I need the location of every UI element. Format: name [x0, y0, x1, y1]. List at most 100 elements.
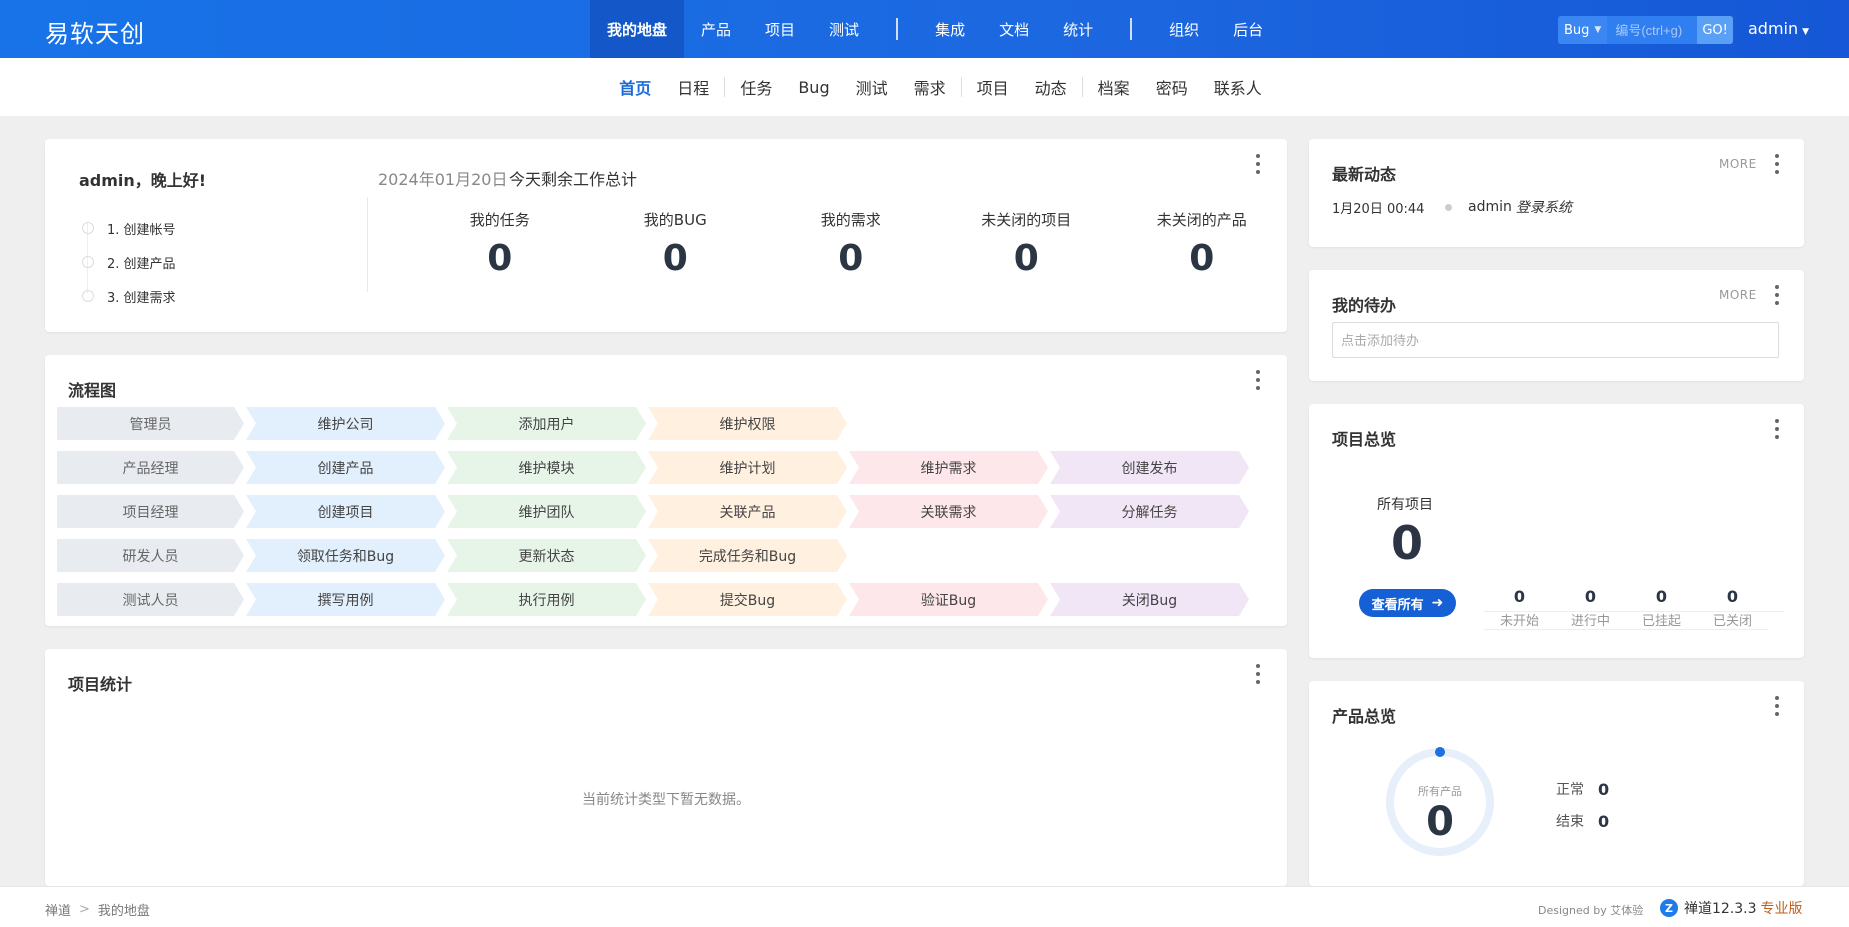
flow-step[interactable]: 创建产品: [246, 451, 445, 484]
counts-divider: [1484, 611, 1784, 612]
legend-normal: 正常 0: [1556, 779, 1609, 799]
brand-logo[interactable]: 易软天创: [45, 14, 145, 49]
flow-step[interactable]: 维护公司: [246, 407, 445, 440]
panel-menu-icon[interactable]: [1255, 154, 1261, 174]
subnav-password[interactable]: 密码: [1143, 75, 1201, 99]
subnav-story[interactable]: 需求: [901, 75, 959, 99]
panel-menu-icon[interactable]: [1774, 696, 1780, 716]
view-all-button[interactable]: 查看所有 ➜: [1359, 589, 1456, 617]
flow-step[interactable]: 完成任务和Bug: [648, 539, 847, 572]
search-input[interactable]: [1607, 16, 1698, 44]
panel-menu-icon[interactable]: [1774, 285, 1780, 305]
status-count-suspended[interactable]: 0 已挂起: [1626, 587, 1697, 629]
nav-divider: [896, 18, 899, 40]
search-type-select[interactable]: Bug ▼: [1558, 16, 1608, 44]
nav-my[interactable]: 我的地盘: [590, 0, 685, 58]
stat-label: 我的需求: [820, 211, 881, 229]
designer-credit[interactable]: Designed by 艾体验: [1538, 902, 1643, 918]
count-value: 0: [1584, 587, 1597, 606]
subnav-dynamic[interactable]: 动态: [1022, 75, 1080, 99]
nav-project[interactable]: 项目: [748, 0, 812, 58]
flow-step[interactable]: 维护权限: [648, 407, 847, 440]
flow-step[interactable]: 添加用户: [447, 407, 646, 440]
flow-step[interactable]: 维护计划: [648, 451, 847, 484]
panel-menu-icon[interactable]: [1255, 370, 1261, 390]
user-name: admin: [1748, 19, 1799, 38]
global-search: Bug ▼ GO!: [1558, 16, 1733, 44]
welcome-step[interactable]: 2. 创建产品: [82, 245, 176, 279]
panel-menu-icon[interactable]: [1255, 664, 1261, 684]
step-dot-icon: [82, 290, 94, 302]
flow-step[interactable]: 关联需求: [849, 495, 1048, 528]
dynamic-item[interactable]: 1月20日 00:44 admin 登录系统: [1332, 197, 1572, 217]
panel-menu-icon[interactable]: [1774, 154, 1780, 174]
nav-doc[interactable]: 文档: [982, 0, 1046, 58]
flow-step[interactable]: 维护团队: [447, 495, 646, 528]
zentao-logo-icon: Z: [1660, 899, 1678, 917]
flow-step[interactable]: 领取任务和Bug: [246, 539, 445, 572]
panel-menu-icon[interactable]: [1774, 419, 1780, 439]
stat-value: 0: [838, 238, 864, 279]
flow-step[interactable]: 创建发布: [1050, 451, 1249, 484]
version-info[interactable]: Z 禅道12.3.3 专业版: [1660, 898, 1803, 918]
flow-step[interactable]: 撰写用例: [246, 583, 445, 616]
stat-my-bugs[interactable]: 我的BUG 0: [588, 209, 764, 279]
nav-test[interactable]: 测试: [812, 0, 876, 58]
count-label: 进行中: [1570, 614, 1610, 629]
stat-open-products[interactable]: 未关闭的产品 0: [1114, 209, 1290, 279]
flow-step[interactable]: 维护需求: [849, 451, 1048, 484]
subnav-profile[interactable]: 档案: [1085, 75, 1143, 99]
panel-title: 产品总览: [1332, 707, 1397, 726]
today-date: 2024年01月20日: [378, 170, 508, 189]
project-status-counts: 0 未开始 0 进行中 0 已挂起 0 已关闭: [1484, 587, 1768, 630]
flow-step[interactable]: 验证Bug: [849, 583, 1048, 616]
subnav-bug[interactable]: Bug: [785, 78, 842, 97]
project-stats-panel: 项目统计 当前统计类型下暂无数据。: [45, 649, 1287, 886]
all-projects-label: 所有项目: [1377, 497, 1433, 513]
stat-my-tasks[interactable]: 我的任务 0: [412, 209, 588, 279]
nav-admin[interactable]: 后台: [1216, 0, 1280, 58]
flow-step[interactable]: 执行用例: [447, 583, 646, 616]
add-todo-input[interactable]: [1332, 322, 1779, 358]
footer: 禅道 > 我的地盘 Designed by 艾体验 Z 禅道12.3.3 专业版: [0, 886, 1849, 927]
flow-step[interactable]: 更新状态: [447, 539, 646, 572]
welcome-step[interactable]: 1. 创建帐号: [82, 211, 176, 245]
welcome-step[interactable]: 3. 创建需求: [82, 279, 176, 313]
nav-integration[interactable]: 集成: [918, 0, 982, 58]
flow-row: 测试人员 撰写用例 执行用例 提交Bug 验证Bug 关闭Bug: [57, 583, 1251, 616]
user-menu[interactable]: admin ▼: [1748, 19, 1809, 38]
nav-stats[interactable]: 统计: [1046, 0, 1110, 58]
stat-my-stories[interactable]: 我的需求 0: [763, 209, 939, 279]
subnav-calendar[interactable]: 日程: [664, 75, 722, 99]
nav-product[interactable]: 产品: [684, 0, 748, 58]
stat-open-projects[interactable]: 未关闭的项目 0: [939, 209, 1115, 279]
subnav-home[interactable]: 首页: [606, 75, 664, 99]
sub-nav: 首页 日程 任务 Bug 测试 需求 项目 动态 档案 密码 联系人: [0, 58, 1849, 116]
flow-step[interactable]: 提交Bug: [648, 583, 847, 616]
search-go-button[interactable]: GO!: [1697, 16, 1733, 44]
subnav-task[interactable]: 任务: [727, 75, 785, 99]
status-count-wait[interactable]: 0 未开始: [1484, 587, 1555, 629]
subnav-contacts[interactable]: 联系人: [1201, 75, 1275, 99]
status-count-doing[interactable]: 0 进行中: [1555, 587, 1626, 629]
bullet-icon: [1445, 203, 1452, 211]
flow-grid: 管理员 维护公司 添加用户 维护权限 产品经理 创建产品 维护模块 维护计划 维…: [57, 407, 1251, 627]
flow-row: 产品经理 创建产品 维护模块 维护计划 维护需求 创建发布: [57, 451, 1251, 484]
breadcrumb-current[interactable]: 我的地盘: [98, 900, 150, 919]
count-value: 0: [1513, 587, 1526, 606]
nav-org[interactable]: 组织: [1152, 0, 1216, 58]
flow-step[interactable]: 关联产品: [648, 495, 847, 528]
panel-title: 我的待办: [1332, 296, 1397, 315]
flow-step[interactable]: 创建项目: [246, 495, 445, 528]
flow-step[interactable]: 维护模块: [447, 451, 646, 484]
subnav-test[interactable]: 测试: [843, 75, 901, 99]
more-link[interactable]: MORE: [1719, 288, 1757, 302]
flow-step[interactable]: 关闭Bug: [1050, 583, 1249, 616]
panel-title: 流程图: [68, 381, 117, 400]
flow-step[interactable]: 分解任务: [1050, 495, 1249, 528]
step-label: 2. 创建产品: [107, 256, 176, 272]
more-link[interactable]: MORE: [1719, 157, 1757, 171]
status-count-closed[interactable]: 0 已关闭: [1697, 587, 1768, 629]
subnav-project[interactable]: 项目: [964, 75, 1022, 99]
breadcrumb-home[interactable]: 禅道: [45, 900, 71, 919]
